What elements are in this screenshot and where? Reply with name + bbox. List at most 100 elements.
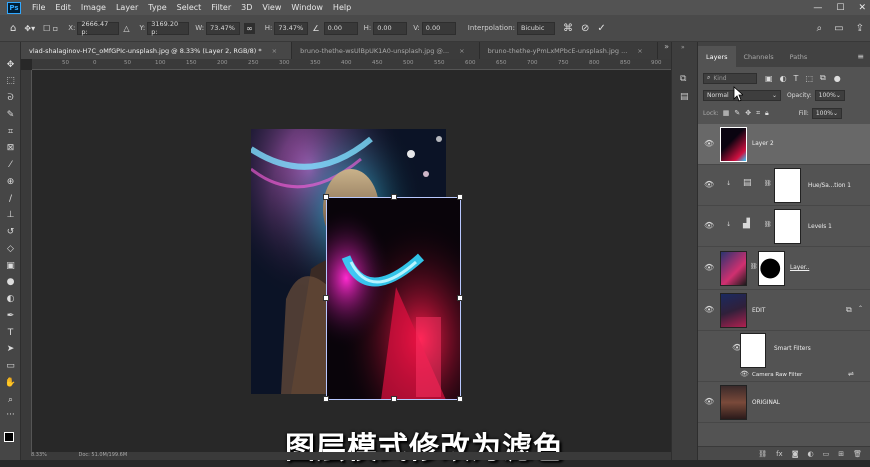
menu-type[interactable]: Type: [143, 3, 171, 12]
height-field[interactable]: 73.47%: [274, 21, 309, 35]
pen-tool-icon[interactable]: ✒: [4, 310, 17, 323]
close-tab-icon[interactable]: ×: [272, 47, 277, 55]
visibility-eye-icon[interactable]: 👁︎: [704, 180, 714, 189]
visibility-eye-icon[interactable]: 👁︎: [704, 221, 714, 230]
close-tab-icon[interactable]: ×: [459, 47, 464, 55]
reference-point-icon[interactable]: ☐ ▫: [43, 24, 58, 33]
zoom-tool-icon[interactable]: ⌕: [4, 394, 17, 407]
horizontal-ruler[interactable]: 50 0 50 100 150 200 250 300 350 400 450 500 550 600 65…: [32, 59, 671, 70]
menu-filter[interactable]: Filter: [206, 3, 236, 12]
layer-row-levels[interactable]: 👁︎ ↓ ▟ ⛓ Levels 1: [698, 207, 870, 247]
tab-paths[interactable]: Paths: [782, 53, 816, 67]
blur-tool-icon[interactable]: ●: [4, 276, 17, 289]
layer-name[interactable]: Layer 2: [752, 141, 774, 147]
transform-handle-top[interactable]: [391, 194, 397, 200]
layer-row-camera-raw-filter[interactable]: 👁︎ Camera Raw Filter ⇌: [698, 368, 870, 382]
vertical-ruler[interactable]: [21, 70, 32, 460]
fill-field[interactable]: 100% ⌄: [811, 107, 842, 119]
home-icon[interactable]: ⌂: [10, 23, 16, 34]
menu-layer[interactable]: Layer: [111, 3, 143, 12]
new-group-icon[interactable]: ▭: [823, 450, 830, 458]
layer-name[interactable]: Levels 1: [808, 224, 832, 230]
menu-file[interactable]: File: [27, 3, 50, 12]
workspace-icon[interactable]: ▭: [834, 23, 843, 34]
panel-collapse-icon[interactable]: »: [681, 44, 685, 51]
brush-tool-icon[interactable]: ∕: [4, 193, 17, 206]
lock-all-icon[interactable]: 🔒︎: [765, 109, 769, 118]
search-icon[interactable]: ⌕: [817, 23, 823, 34]
transform-bounding-box[interactable]: [323, 194, 463, 402]
x-field[interactable]: 2666.47 p:: [77, 20, 120, 36]
close-window-button[interactable]: ✕: [858, 3, 866, 13]
eyedropper-tool-icon[interactable]: ⁄: [4, 159, 17, 172]
commit-transform-icon[interactable]: ✓: [597, 23, 605, 34]
history-panel-icon[interactable]: ⧉: [680, 74, 686, 84]
maximize-button[interactable]: ☐: [836, 3, 844, 13]
lock-artboard-icon[interactable]: ⌗: [756, 109, 760, 118]
move-tool-preset-icon[interactable]: ✥▾: [24, 24, 35, 33]
history-brush-tool-icon[interactable]: ↺: [4, 226, 17, 239]
adjustment-filter-icon[interactable]: ◐: [780, 74, 787, 83]
panel-menu-icon[interactable]: ≡: [857, 52, 864, 67]
layer-row-edit[interactable]: 👁︎ EDIT ⧉ ⌃: [698, 291, 870, 331]
expand-arrow-icon[interactable]: ⌃: [858, 305, 863, 312]
transform-handle-left[interactable]: [323, 295, 329, 301]
menu-window[interactable]: Window: [286, 3, 328, 12]
quick-select-tool-icon[interactable]: ✎: [4, 109, 17, 122]
hand-tool-icon[interactable]: ✋: [4, 377, 17, 390]
transform-handle-right[interactable]: [457, 295, 463, 301]
visibility-eye-icon[interactable]: 👁︎: [704, 263, 714, 272]
type-filter-icon[interactable]: T: [794, 74, 799, 83]
lasso-tool-icon[interactable]: ᘐ: [4, 92, 17, 105]
transform-handle-bottom-left[interactable]: [323, 396, 329, 402]
menu-edit[interactable]: Edit: [50, 3, 76, 12]
vskew-field[interactable]: 0.00: [421, 21, 456, 35]
more-tabs-icon[interactable]: »: [664, 42, 669, 51]
hskew-field[interactable]: 0.00: [373, 21, 408, 35]
tab-layers[interactable]: Layers: [698, 46, 736, 67]
opacity-field[interactable]: 100% ⌄: [814, 89, 845, 101]
move-tool-icon[interactable]: ✥: [4, 59, 17, 72]
transform-handle-top-left[interactable]: [323, 194, 329, 200]
layer-row-layer-2[interactable]: 👁︎ Layer 2: [698, 124, 870, 165]
smart-object-filter-icon[interactable]: ⧉: [820, 73, 826, 83]
eraser-tool-icon[interactable]: ◇: [4, 243, 17, 256]
delta-icon[interactable]: △: [123, 24, 129, 33]
filter-options-icon[interactable]: ⇌: [848, 370, 854, 378]
layer-name[interactable]: Layer..: [790, 265, 809, 271]
menu-image[interactable]: Image: [76, 3, 111, 12]
visibility-eye-icon[interactable]: 👁︎: [740, 370, 749, 378]
new-layer-icon[interactable]: ⊞: [838, 450, 844, 458]
layer-name[interactable]: ORIGINAL: [752, 400, 780, 406]
add-mask-icon[interactable]: ◙: [792, 450, 799, 458]
minimize-button[interactable]: —: [813, 3, 822, 13]
layer-row-original[interactable]: 👁︎ ORIGINAL: [698, 383, 870, 423]
close-tab-icon[interactable]: ×: [637, 47, 642, 55]
cancel-transform-icon[interactable]: ⊘: [581, 23, 589, 34]
shape-filter-icon[interactable]: ⬚: [805, 74, 813, 83]
visibility-eye-icon[interactable]: 👁︎: [704, 139, 714, 148]
lock-image-icon[interactable]: ✎: [734, 109, 740, 117]
healing-brush-tool-icon[interactable]: ⊕: [4, 176, 17, 189]
warp-icon[interactable]: ⌘: [563, 23, 573, 34]
y-field[interactable]: 3169.20 p:: [147, 20, 190, 36]
zoom-readout[interactable]: 8.33%: [31, 452, 47, 458]
more-tools-icon[interactable]: ···: [4, 409, 17, 422]
layer-name[interactable]: Camera Raw Filter: [752, 372, 802, 378]
rectangle-tool-icon[interactable]: ▭: [4, 360, 17, 373]
filter-toggle-icon[interactable]: ●: [834, 74, 841, 83]
tab-document-3[interactable]: bruno-thethe-yPmLxMPbcE-unsplash.jpg ...…: [480, 42, 658, 59]
lock-position-icon[interactable]: ✥: [745, 109, 751, 117]
transform-handle-top-right[interactable]: [457, 194, 463, 200]
visibility-eye-icon[interactable]: 👁︎: [704, 397, 714, 406]
link-layers-icon[interactable]: ⛓: [758, 450, 767, 458]
new-adjustment-icon[interactable]: ◐: [808, 450, 814, 458]
gradient-tool-icon[interactable]: ▣: [4, 260, 17, 273]
menu-select[interactable]: Select: [172, 3, 207, 12]
dodge-tool-icon[interactable]: ◐: [4, 293, 17, 306]
clone-stamp-tool-icon[interactable]: ⊥: [4, 209, 17, 222]
lock-pixels-icon[interactable]: ▦: [723, 109, 730, 117]
interpolation-select[interactable]: Bicubic: [516, 21, 555, 35]
marquee-tool-icon[interactable]: ⬚: [4, 75, 17, 88]
angle-field[interactable]: 0.00: [323, 21, 358, 35]
